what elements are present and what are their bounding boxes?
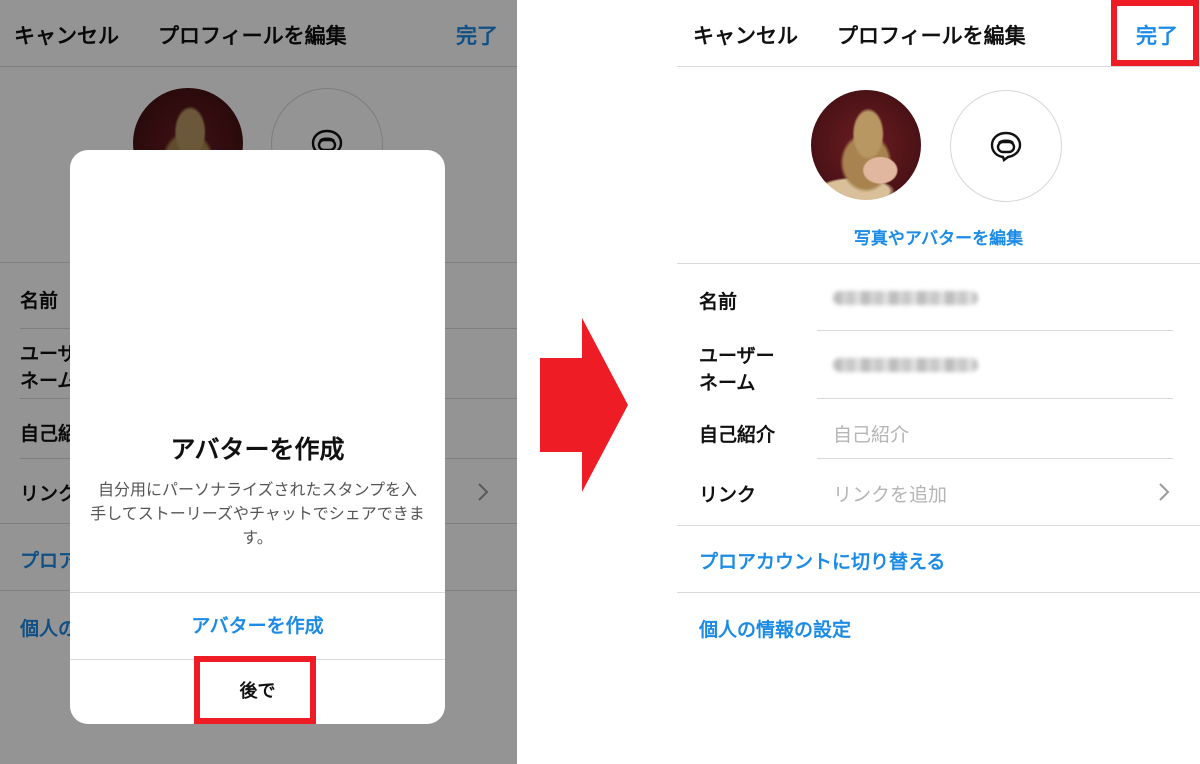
divider <box>817 398 1173 399</box>
bio-label: 自己紹介 <box>699 424 776 446</box>
create-avatar-button[interactable]: アバターを作成 <box>70 593 445 659</box>
right-screen: キャンセル プロフィールを編集 完了 写真やアバターを編集 名前 ユーザー ネー… <box>677 0 1200 764</box>
dialog-title: アバターを作成 <box>170 435 345 464</box>
divider <box>677 66 1200 67</box>
name-field[interactable] <box>833 291 978 305</box>
highlight-box-later <box>194 656 316 724</box>
divider <box>677 525 1200 526</box>
username-field[interactable] <box>833 358 978 372</box>
create-avatar-dialog: アバターを作成 自分用にパーソナライズされたスタンプを入手してストーリーズやチャ… <box>70 150 445 724</box>
chevron-right-icon[interactable] <box>1157 481 1171 503</box>
switch-pro-link[interactable]: プロアカウントに切り替える <box>699 547 945 574</box>
personal-info-link[interactable]: 個人の情報の設定 <box>699 615 851 642</box>
divider <box>677 263 1200 264</box>
divider <box>817 458 1173 459</box>
highlight-box-done <box>1111 0 1199 66</box>
page-title: プロフィールを編集 <box>837 24 1026 48</box>
bio-field[interactable]: 自己紹介 <box>833 420 909 447</box>
divider <box>677 592 1200 593</box>
dialog-description: 自分用にパーソナライズされたスタンプを入手してストーリーズやチャットでシェアでき… <box>90 480 425 547</box>
username-label: ユーザー <box>699 345 775 367</box>
link-field[interactable]: リンクを追加 <box>833 480 947 507</box>
link-label: リンク <box>699 484 757 506</box>
profile-photo[interactable] <box>811 90 921 200</box>
cancel-button[interactable]: キャンセル <box>693 20 798 50</box>
avatar-button[interactable] <box>950 90 1062 202</box>
username-label: ネーム <box>699 372 756 394</box>
left-screen: キャンセル プロフィールを編集 完了 名前 ユーザ ネーム 自己紹 リンク プロ… <box>0 0 517 764</box>
right-arrow-icon <box>540 318 628 492</box>
edit-photo-avatar-link[interactable]: 写真やアバターを編集 <box>677 224 1200 249</box>
name-label: 名前 <box>699 291 738 313</box>
avatar-sticker-icon <box>990 131 1022 162</box>
divider <box>817 330 1173 331</box>
